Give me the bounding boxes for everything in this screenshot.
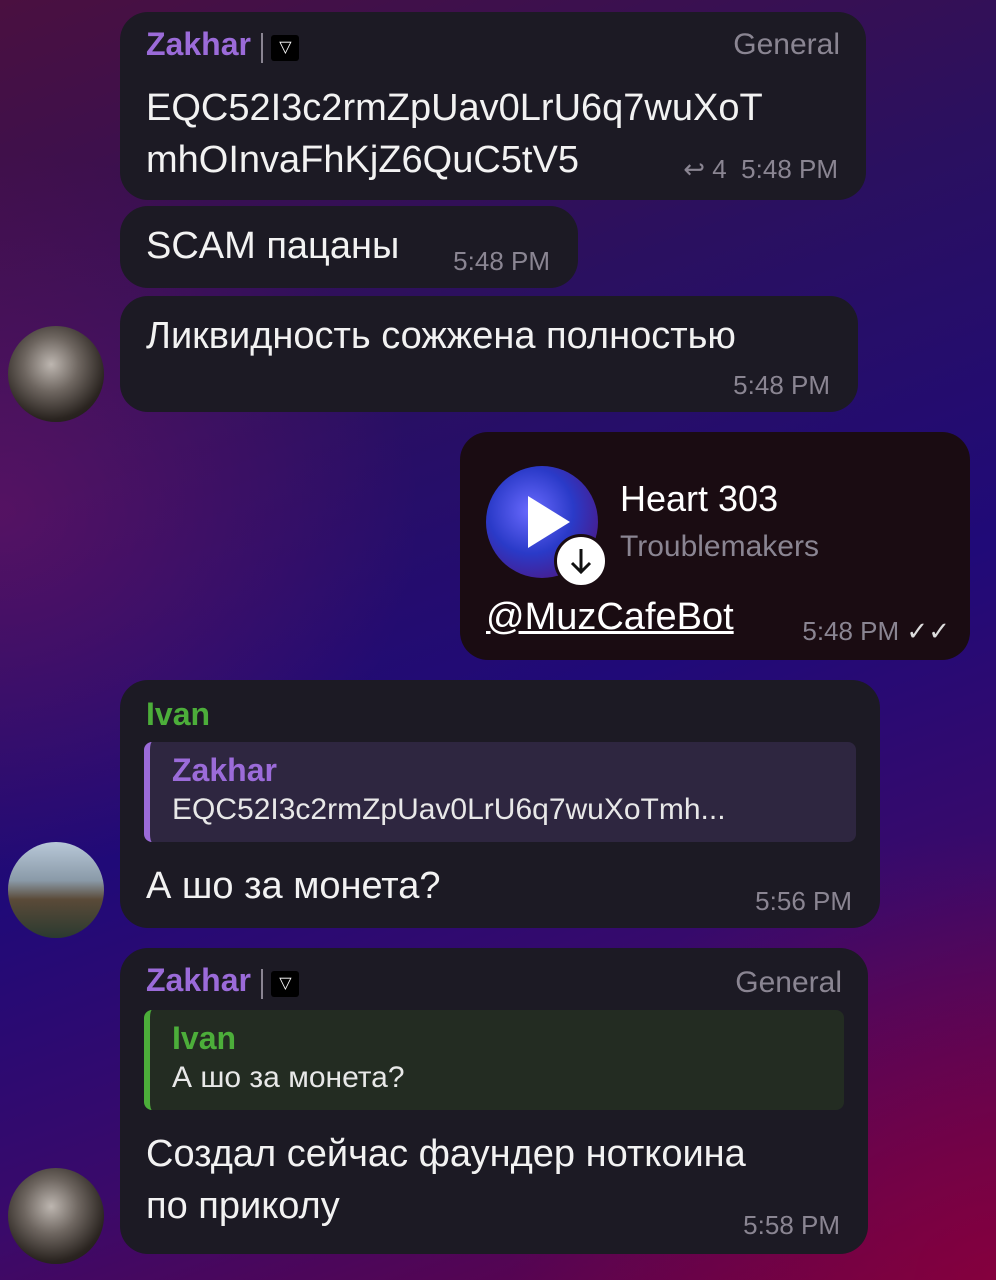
message-time: 5:48 PM ✓✓ [802, 616, 950, 646]
double-check-icon: ✓✓ [906, 616, 950, 646]
message-time: 5:58 PM [743, 1210, 840, 1240]
message-bubble[interactable]: Zakhar ▽ General EQC52I3c2rmZpUav0LrU6q7… [120, 12, 866, 200]
message-meta: ↩ 4 5:48 PM [683, 154, 838, 185]
music-message-bubble[interactable]: Heart 303 Troublemakers @MuzCafeBot 5:48… [460, 432, 970, 660]
quote-text: А шо за монета? [172, 1061, 405, 1094]
ton-flag-badge-icon: ▽ [261, 32, 303, 63]
sender-name[interactable]: Zakhar [146, 26, 251, 62]
reply-quote[interactable]: Ivan А шо за монета? [144, 1010, 844, 1110]
reply-quote[interactable]: Zakhar EQC52I3c2rmZpUav0LrU6q7wuXoTmh... [144, 742, 856, 842]
message-time: 5:56 PM [755, 886, 852, 916]
message-text: Ликвидность сожжена полностью [146, 315, 736, 357]
message-time: 5:48 PM [733, 370, 830, 400]
user-avatar[interactable] [8, 326, 104, 422]
user-avatar[interactable] [8, 1168, 104, 1264]
sender-name[interactable]: Zakhar [146, 962, 251, 998]
message-bubble[interactable]: Zakhar ▽ General Ivan А шо за монета? Со… [120, 948, 868, 1254]
message-bubble[interactable]: SCAM пацаны 5:48 PM [120, 206, 578, 288]
track-artist: Troublemakers [620, 530, 819, 563]
quote-sender: Zakhar [172, 752, 277, 788]
ton-flag-badge-icon: ▽ [261, 968, 303, 999]
download-button[interactable] [554, 534, 608, 588]
user-avatar[interactable] [8, 842, 104, 938]
sender-name[interactable]: Ivan [146, 696, 210, 733]
message-text: А шо за монета? [146, 865, 441, 907]
message-time: 5:48 PM [453, 246, 550, 276]
message-bubble[interactable]: Ликвидность сожжена полностью 5:48 PM [120, 296, 858, 412]
quote-sender: Ivan [172, 1020, 237, 1056]
message-text: SCAM пацаны [146, 225, 400, 267]
topic-tag: General [733, 28, 840, 61]
reply-arrow-icon: ↩ [683, 154, 706, 184]
quote-text: EQC52I3c2rmZpUav0LrU6q7wuXoTmh... [172, 793, 726, 826]
download-arrow-icon [570, 549, 592, 575]
message-time: 5:48 PM [741, 154, 838, 184]
bot-link[interactable]: @MuzCafeBot [486, 596, 734, 639]
message-bubble[interactable]: Ivan Zakhar EQC52I3c2rmZpUav0LrU6q7wuXoT… [120, 680, 880, 928]
topic-tag: General [735, 966, 842, 999]
reply-count: 4 [712, 154, 727, 184]
message-text: EQC52I3c2rmZpUav0LrU6q7wuXoT mhOInvaFhKj… [146, 87, 763, 181]
track-title: Heart 303 [620, 478, 779, 519]
message-text: Создал сейчас фаундер ноткоина по прикол… [146, 1133, 746, 1227]
